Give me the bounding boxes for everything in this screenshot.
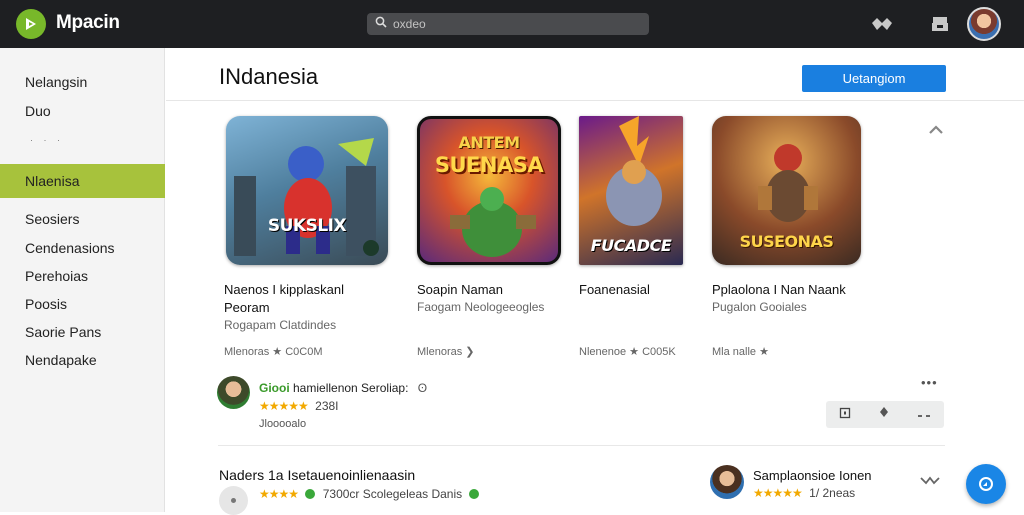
review-divider <box>218 445 945 446</box>
app-card[interactable]: FUCADCE Foanenasial Nlenenoe ★ C005K <box>579 116 683 358</box>
review-header: Giooi hamiellenon Seroliap: ʘ <box>259 381 427 395</box>
sidebar-item-nendapake[interactable]: Nendapake <box>0 347 165 373</box>
app-card[interactable]: SUKSLIX Naenos I kipplaskanl Peoram Roga… <box>224 116 388 358</box>
review-actions <box>826 401 944 428</box>
review-rating: ★★★★ 7300cr Scolegeleas Danis <box>259 487 480 501</box>
search-icon <box>375 15 387 33</box>
app-art-text-2: SUENASA <box>434 153 544 177</box>
sidebar: Nelangsin Duo · · · Nlaenisa Seosiers Ce… <box>0 48 165 512</box>
more-options-icon[interactable]: ••• <box>921 375 938 390</box>
sidebar-item-saorie-pans[interactable]: Saorie Pans <box>0 319 165 345</box>
review-title: hamiellenon Seroliap: <box>289 381 409 395</box>
review-mark: ʘ <box>417 381 428 395</box>
header-action-button[interactable]: Uetangiom <box>802 65 946 92</box>
share-icon[interactable] <box>877 405 891 424</box>
app-name[interactable]: Foanenasial <box>579 281 650 298</box>
app-meta: Mlenoras ★ C0C0M <box>224 346 323 358</box>
app-art-text: ANTEM <box>458 133 520 152</box>
main-content: INdanesia Uetangiom SUKSLIX Naenos I kip… <box>166 48 1024 515</box>
rating-stars: ★★★★ <box>259 487 299 501</box>
sidebar-dots: · · · <box>30 135 64 145</box>
wave-icon[interactable] <box>920 472 940 490</box>
app-developer: Rogapam Clatdindes <box>224 318 337 332</box>
app-art-text: SUSEONAS <box>739 232 834 251</box>
rating-value: 238I <box>315 399 339 413</box>
app-thumbnail[interactable]: FUCADCE <box>579 116 683 265</box>
app-thumbnail[interactable]: SUKSLIX <box>226 116 388 265</box>
verified-icon <box>305 489 316 499</box>
gamepad-icon[interactable] <box>870 13 894 35</box>
app-name[interactable]: Pplaolona I Nan Naank <box>712 281 846 298</box>
search-input[interactable] <box>393 17 633 31</box>
brand-name[interactable]: Mpacin <box>56 12 120 34</box>
badge-icon <box>363 240 379 256</box>
sidebar-item-nelangsin[interactable]: Nelangsin <box>0 69 165 95</box>
app-art-text: SUKSLIX <box>267 216 347 236</box>
reviewer-name[interactable]: Samplaonsioe Ionen <box>753 468 872 483</box>
chevron-up-icon[interactable] <box>926 120 946 140</box>
app-name[interactable]: Soapin Naman <box>417 281 503 298</box>
user-avatar[interactable] <box>967 7 1001 41</box>
page-title: INdanesia <box>219 64 319 89</box>
review-title[interactable]: Naders 1a Isetauenoinlienaasin <box>219 467 415 483</box>
reviewer-avatar[interactable] <box>710 465 744 499</box>
review-rating: ★★★★★ 238I <box>259 399 339 413</box>
search-box[interactable] <box>367 13 649 35</box>
rating-value: 1/ 2neas <box>809 486 856 500</box>
top-bar: Mpacin <box>0 0 1024 48</box>
reviewer-avatar[interactable] <box>219 486 248 515</box>
app-thumbnail[interactable]: SUSEONAS <box>712 116 861 265</box>
review-date: Jlooooalo <box>259 418 307 430</box>
sidebar-item-duo[interactable]: Duo <box>0 98 165 124</box>
reviewer-name[interactable]: Giooi <box>259 381 290 395</box>
chat-fab-button[interactable] <box>966 464 1006 504</box>
sidebar-item-nlaenisa[interactable]: Nlaenisa <box>0 164 165 198</box>
sidebar-item-cendenasions[interactable]: Cendenasions <box>0 235 165 261</box>
app-card[interactable]: SUSEONAS Pplaolona I Nan Naank Pugalon G… <box>712 116 861 358</box>
app-meta: Nlenenoe ★ C005K <box>579 346 676 358</box>
store-icon[interactable] <box>928 13 952 35</box>
verified-icon <box>469 489 480 499</box>
app-developer: Faogam Neologeeogles <box>417 300 545 314</box>
app-developer: Pugalon Gooiales <box>712 300 807 314</box>
reviewer-avatar[interactable] <box>217 376 250 409</box>
sidebar-item-seosiers[interactable]: Seosiers <box>0 206 165 232</box>
sidebar-item-poosis[interactable]: Poosis <box>0 291 165 317</box>
flag-icon[interactable] <box>839 406 851 424</box>
review-rating: ★★★★★ 1/ 2neas <box>753 486 855 500</box>
app-name[interactable]: Naenos I kipplaskanl <box>224 281 344 298</box>
header-divider <box>166 100 1024 101</box>
review-text: 7300cr Scolegeleas Danis <box>322 487 463 501</box>
app-art-text: FUCADCE <box>590 236 672 255</box>
app-meta: Mla nalle ★ <box>712 346 769 358</box>
sidebar-item-perehoias[interactable]: Perehoias <box>0 263 165 289</box>
app-card[interactable]: ANTEM SUENASA Soapin Naman Faogam Neolog… <box>417 116 561 358</box>
rating-stars: ★★★★★ <box>753 486 803 500</box>
minus-icon[interactable] <box>917 406 931 424</box>
rating-stars: ★★★★★ <box>259 399 309 413</box>
app-logo-icon[interactable] <box>16 9 46 39</box>
app-meta: Mlenoras ❯ <box>417 346 475 358</box>
app-name-line2[interactable]: Peoram <box>224 299 270 316</box>
app-thumbnail[interactable]: ANTEM SUENASA <box>417 116 561 265</box>
